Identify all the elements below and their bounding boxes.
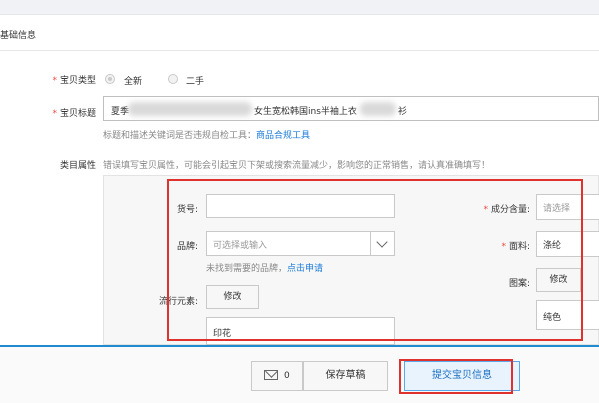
title-text-start: 夏季 <box>111 107 130 117</box>
title-text-end: 衫 <box>398 107 408 117</box>
annotation-frame <box>167 179 583 341</box>
section-divider <box>0 50 599 51</box>
section-title: 基础信息 <box>0 31 37 41</box>
envelope-icon <box>264 370 278 380</box>
title-hint: 标题和描述关键词是否违规自检工具：商品合规工具 <box>103 131 311 141</box>
item-title-input[interactable]: 夏季 女生宽松韩国ins半袖上衣 衫 <box>103 96 599 121</box>
redaction-blur <box>360 102 396 116</box>
radio-used-label[interactable]: 二手 <box>186 74 204 87</box>
redaction-blur <box>128 102 252 116</box>
top-strip <box>0 0 599 15</box>
required-star: * <box>52 109 57 119</box>
category-label: 类目属性 <box>59 161 96 171</box>
radio-new[interactable] <box>105 74 115 84</box>
required-star: * <box>52 76 57 86</box>
radio-used[interactable] <box>168 74 178 84</box>
message-count: 0 <box>284 371 290 381</box>
radio-new-label[interactable]: 全新 <box>124 74 142 87</box>
item-title-label: * 宝贝标题 <box>52 109 96 119</box>
compliance-tool-link[interactable]: 商品合规工具 <box>256 131 310 141</box>
item-type-label: * 宝贝类型 <box>52 76 96 86</box>
save-draft-button[interactable]: 保存草稿 <box>303 361 388 391</box>
submit-annotation-frame <box>399 359 513 394</box>
title-text-middle: 女生宽松韩国ins半袖上衣 <box>254 107 357 117</box>
category-warning: 错误填写宝贝属性，可能会引起宝贝下架或搜索流量减少，影响您的正常销售，请认真准确… <box>103 161 491 171</box>
